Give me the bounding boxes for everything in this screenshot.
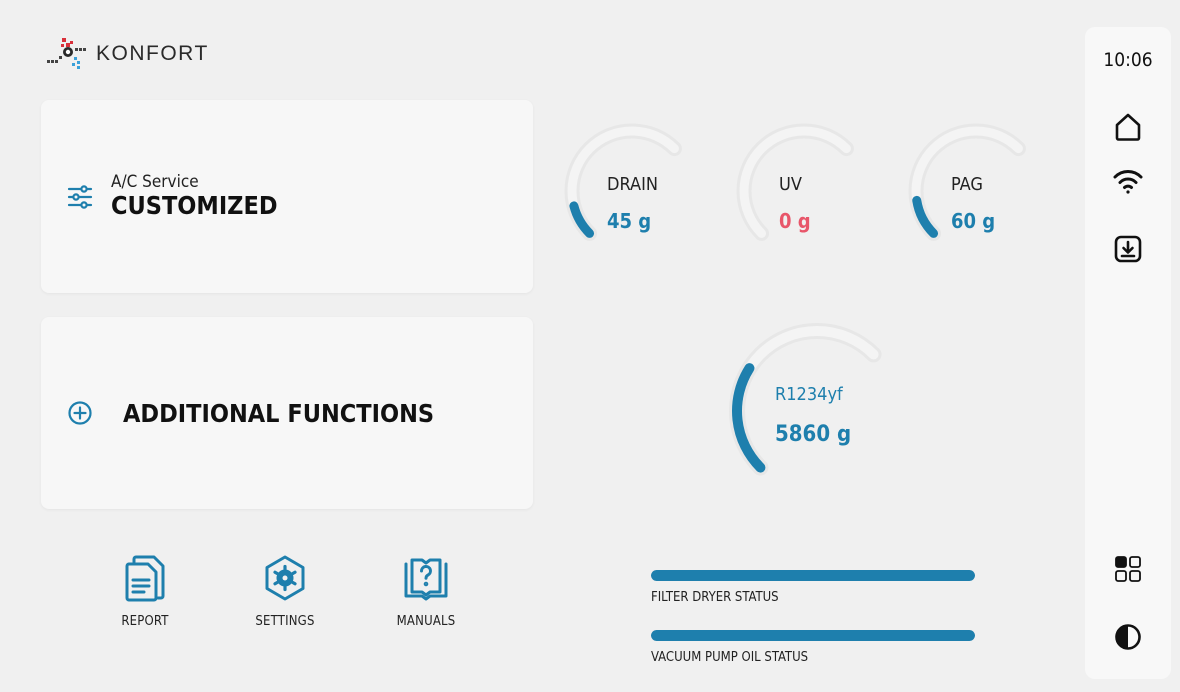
uv-label: UV [779,174,802,195]
drain-value: 45 g [607,209,652,233]
status-bar-fill [651,570,975,581]
settings-button[interactable]: SETTINGS [230,554,340,629]
service-title: CUSTOMIZED [111,190,278,220]
brand-logo: KONFORT [44,34,209,74]
report-label: REPORT [121,614,169,629]
brand-name: KONFORT [96,42,209,65]
ac-service-card[interactable]: A/C Service CUSTOMIZED [41,100,533,293]
additional-functions-title: ADDITIONAL FUNCTIONS [123,398,435,428]
additional-functions-card[interactable]: ADDITIONAL FUNCTIONS [41,317,533,509]
refrigerant-gauge[interactable]: R1234yf 5860 g [728,322,918,502]
wifi-icon[interactable] [1110,163,1146,199]
refrigerant-label: R1234yf [775,384,843,405]
manuals-button[interactable]: MANUALS [371,554,481,629]
settings-icon [265,555,305,601]
manuals-icon [404,558,448,601]
plus-circle-icon [65,398,95,428]
pag-gauge-arc [908,123,1026,241]
drain-gauge[interactable]: DRAIN 45 g [564,123,716,265]
pag-label: PAG [951,174,983,195]
filter-dryer-status-label: FILTER DRYER STATUS [651,590,779,605]
refrigerant-value: 5860 g [775,422,852,447]
sliders-icon [65,182,95,212]
refrigerant-gauge-arc [729,323,882,476]
report-button[interactable]: REPORT [90,554,200,629]
download-icon[interactable] [1110,231,1146,267]
service-subtitle: A/C Service [111,171,199,192]
uv-value: 0 g [779,209,811,233]
pag-value: 60 g [951,209,996,233]
drain-gauge-arc [564,123,682,241]
filter-dryer-status-bar [651,570,975,581]
settings-label: SETTINGS [255,614,315,629]
home-icon[interactable] [1110,109,1146,145]
manuals-label: MANUALS [396,614,456,629]
report-icon [125,555,165,602]
contrast-icon[interactable] [1110,619,1146,655]
uv-gauge-arc [736,123,854,241]
vacuum-pump-oil-status-label: VACUUM PUMP OIL STATUS [651,650,809,665]
vacuum-pump-oil-status-bar [651,630,975,641]
grid-view-icon[interactable] [1110,551,1146,587]
status-bar-fill [651,630,975,641]
clock: 10:06 [1103,49,1153,71]
uv-gauge[interactable]: UV 0 g [736,123,888,265]
drain-label: DRAIN [607,174,658,195]
pag-gauge[interactable]: PAG 60 g [908,123,1060,265]
sidebar: 10:06 [1085,27,1171,679]
konfort-logo-icon [47,38,86,69]
